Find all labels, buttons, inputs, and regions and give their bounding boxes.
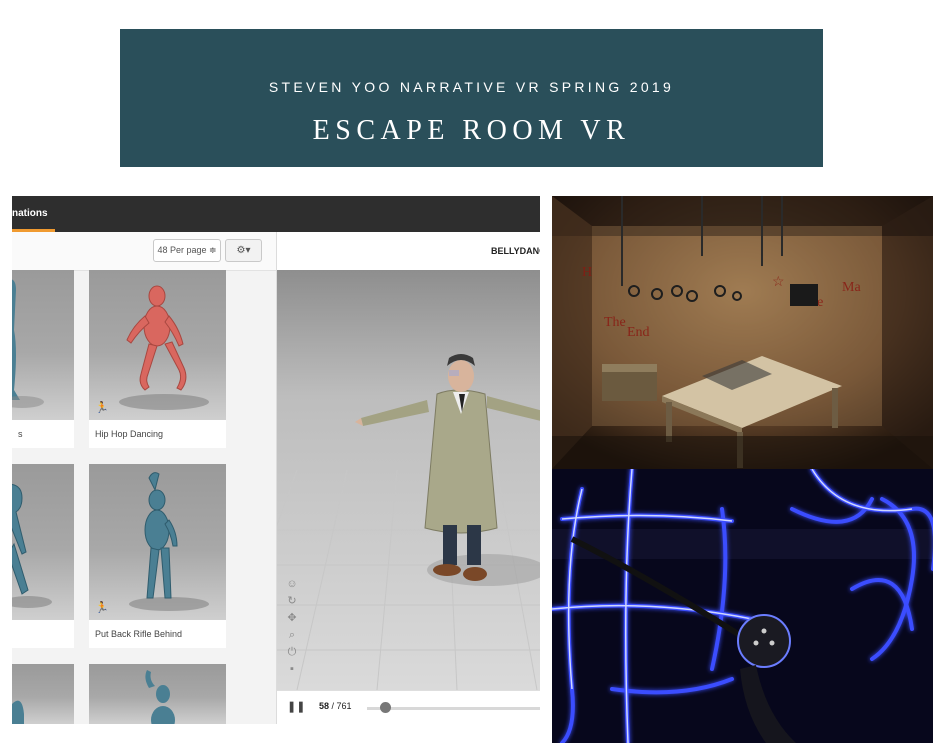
animation-card[interactable] <box>12 464 74 648</box>
escape-room-photo: HTheEnd HeMa☆ <box>552 196 933 469</box>
vr-light-sketch-photo <box>552 469 933 743</box>
animation-thumbnail <box>12 464 74 620</box>
preview-header: BELLYDANC <box>277 232 540 271</box>
animation-thumbnail: 🏃 <box>89 464 226 620</box>
animation-browser-screenshot: nations 48 Per page ≑ ⚙▾ s 🏃 Hip Hop Dan… <box>12 196 540 724</box>
viewport-tools: ☺ ↻ ✥ ⌕ ⏻ ▪ <box>285 576 299 678</box>
frame-counter: 58 / 761 <box>319 701 352 711</box>
svg-text:End: End <box>627 325 650 340</box>
animation-thumbnail <box>89 664 226 724</box>
svg-text:☆: ☆ <box>772 275 785 290</box>
camera-icon[interactable]: ▪ <box>285 661 299 678</box>
face-icon[interactable]: ☺ <box>285 576 299 593</box>
tab-animations[interactable]: nations <box>12 208 48 219</box>
timeline-knob[interactable] <box>380 702 392 713</box>
animation-thumbnail <box>12 664 74 724</box>
timeline-scrubber[interactable] <box>367 707 540 710</box>
animation-card[interactable]: 🏃 Hip Hop Dancing <box>89 270 226 448</box>
reset-icon[interactable]: ⏻ <box>285 644 299 661</box>
pan-icon[interactable]: ✥ <box>285 610 299 627</box>
animation-card-label: Put Back Rifle Behind <box>95 629 183 639</box>
top-nav-bar: nations <box>12 196 540 232</box>
animation-thumbnail: 🏃 <box>89 270 226 420</box>
animation-card[interactable]: s <box>12 270 74 448</box>
svg-text:Ma: Ma <box>842 280 861 295</box>
animation-card[interactable] <box>89 664 226 724</box>
rotate-icon[interactable]: ↻ <box>285 593 299 610</box>
svg-text:H: H <box>582 265 592 280</box>
zoom-icon[interactable]: ⌕ <box>285 627 299 644</box>
banner-subtitle: STEVEN YOO NARRATIVE VR SPRING 2019 <box>268 79 675 95</box>
run-icon: 🏃 <box>95 602 109 614</box>
animation-card[interactable]: 🏃 Put Back Rifle Behind <box>89 464 226 648</box>
playback-bar: ❚❚ 58 / 761 <box>277 690 540 724</box>
run-icon: 🏃 <box>95 402 109 414</box>
banner-title: ESCAPE ROOM VR <box>312 115 631 146</box>
per-page-select[interactable]: 48 Per page ≑ <box>153 239 221 262</box>
pause-button[interactable]: ❚❚ <box>287 700 305 713</box>
3d-preview-viewport[interactable]: ☺ ↻ ✥ ⌕ ⏻ ▪ <box>277 270 540 690</box>
animation-thumbnail <box>12 270 74 420</box>
settings-dropdown-button[interactable]: ⚙▾ <box>225 239 262 262</box>
animation-card-label: Hip Hop Dancing <box>95 429 164 439</box>
frame-current: 58 <box>319 701 330 711</box>
animation-card-label: s <box>18 429 23 439</box>
frame-total: 761 <box>336 701 352 711</box>
svg-text:The: The <box>604 315 626 330</box>
preview-animation-name: BELLYDANC <box>491 246 540 256</box>
frame-separator: / <box>329 701 337 711</box>
animation-card[interactable] <box>12 664 74 724</box>
title-banner: STEVEN YOO NARRATIVE VR SPRING 2019 ESCA… <box>120 29 823 167</box>
grid-toolbar: 48 Per page ≑ ⚙▾ <box>12 232 276 271</box>
